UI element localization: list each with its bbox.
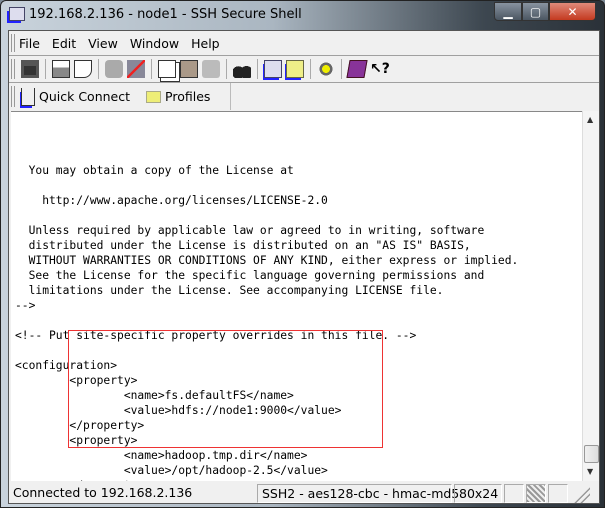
terminal-line: WITHOUT WARRANTIES OR CONDITIONS OF ANY … [15,253,582,268]
paste-icon[interactable] [180,60,198,78]
quickbar-grip[interactable] [11,86,15,107]
separator [257,59,258,79]
quick-connect-button[interactable]: Quick Connect [39,89,130,104]
terminal-line-text: Unless required by applicable law or agr… [15,224,485,237]
save-icon[interactable] [21,60,39,78]
print-icon[interactable] [52,60,70,78]
menu-window[interactable]: Window [130,36,179,51]
terminal-line: You may obtain a copy of the License at [15,163,582,178]
maximize-button[interactable]: ▢ [522,2,549,21]
terminal-line-text: --> [15,299,36,312]
highlight-box [68,330,383,448]
terminal-line-text: http://www.apache.org/licenses/LICENSE-2… [15,194,328,207]
resize-grip[interactable] [570,483,590,503]
terminal-line: --> [15,298,582,313]
terminal[interactable]: You may obtain a copy of the License at … [11,111,582,481]
terminal-line-text: limitations under the License. See accom… [15,284,444,297]
terminal-line-text: <value>/opt/hadoop-2.5</value> [15,464,328,477]
terminal-line: Unless required by applicable law or agr… [15,223,582,238]
minimize-button[interactable]: ▁ [494,2,522,21]
folder-icon[interactable] [146,90,162,103]
status-cipher: SSH2 - aes128-cbc - hmac-md5 [257,483,459,503]
terminal-line: See the License for the specific languag… [15,268,582,283]
menu-view[interactable]: View [88,36,118,51]
scroll-down-arrow[interactable]: ▼ [587,467,593,476]
app-icon[interactable] [9,7,25,21]
help-book-icon[interactable] [346,60,368,78]
status-pane [548,483,568,503]
menu-edit[interactable]: Edit [52,36,76,51]
new-terminal-icon[interactable] [264,60,282,78]
ssh-window: 192.168.2.136 - node1 - SSH Secure Shell… [0,0,605,508]
close-button[interactable]: ✕ [549,2,596,21]
print-preview-icon[interactable] [74,60,92,78]
terminal-line: </property> [15,478,582,481]
vertical-scrollbar[interactable]: ▲ ▼ [582,111,599,481]
terminal-line: distributed under the License is distrib… [15,238,582,253]
quick-connect-bar: Quick Connect Profiles [9,83,599,110]
status-pane [504,483,524,503]
scroll-thumb[interactable] [584,445,599,463]
status-size: 80x24 [454,483,502,503]
terminal-line-text: </property> [15,479,144,481]
new-file-transfer-icon[interactable] [286,60,304,78]
window-title: 192.168.2.136 - node1 - SSH Secure Shell [29,7,302,22]
menu-help[interactable]: Help [191,36,220,51]
disconnect-icon [105,60,123,78]
terminal-line: <name>hadoop.tmp.dir</name> [15,448,582,463]
menu-bar: File Edit View Window Help [9,31,599,56]
find-icon[interactable] [233,60,251,78]
separator [151,59,152,79]
terminal-line: http://www.apache.org/licenses/LICENSE-2… [15,193,582,208]
terminal-line-text: See the License for the specific languag… [15,269,485,282]
menu-file[interactable]: File [19,36,40,51]
separator [45,59,46,79]
context-help-icon[interactable]: ↖? [370,60,390,78]
settings-disabled-icon[interactable] [127,60,145,78]
separator [226,59,227,79]
copy-icon[interactable] [158,60,176,78]
terminal-line-text: distributed under the License is distrib… [15,239,471,252]
status-connection: Connected to 192.168.2.136 [13,484,193,500]
scroll-up-arrow[interactable]: ▲ [587,115,593,124]
client-area: File Edit View Window Help ↖? Quick Conn… [8,30,600,504]
terminal-line: limitations under the License. See accom… [15,283,582,298]
settings-icon[interactable] [317,60,335,78]
status-lock-icon [526,483,546,503]
toolbar-grip[interactable] [11,59,15,79]
toolbar: ↖? [9,56,599,83]
menu-grip[interactable] [11,34,15,52]
terminal-line-text: WITHOUT WARRANTIES OR CONDITIONS OF ANY … [15,254,519,267]
separator [98,59,99,79]
separator [310,59,311,79]
terminal-line-text: <name>hadoop.tmp.dir</name> [15,449,308,462]
quick-connect-icon[interactable] [21,87,35,106]
terminal-line: <value>/opt/hadoop-2.5</value> [15,463,582,478]
terminal-line-text: You may obtain a copy of the License at [15,164,294,177]
status-bar: Connected to 192.168.2.136 SSH2 - aes128… [9,482,599,504]
profiles-button[interactable]: Profiles [165,89,210,104]
paste-disabled-icon [202,60,220,78]
separator [341,59,342,79]
